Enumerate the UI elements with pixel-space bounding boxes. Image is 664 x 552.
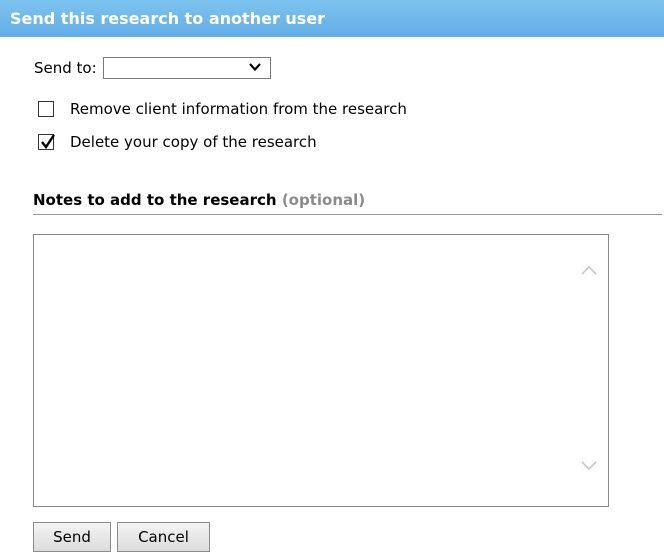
send-to-label: Send to: (34, 59, 97, 77)
delete-copy-checkbox[interactable] (38, 134, 55, 150)
remove-client-info-label: Remove client information from the resea… (70, 100, 407, 118)
notes-heading: Notes to add to the research (optional) (33, 191, 365, 209)
remove-client-info-option[interactable]: Remove client information from the resea… (38, 97, 407, 121)
delete-copy-option[interactable]: Delete your copy of the research (38, 130, 317, 154)
scroll-down-icon[interactable] (580, 458, 598, 477)
notes-heading-text: Notes to add to the research (33, 191, 277, 209)
send-to-select[interactable] (102, 57, 271, 79)
notes-textarea[interactable] (33, 234, 609, 507)
send-button[interactable]: Send (33, 522, 111, 552)
chevron-down-icon (248, 60, 262, 78)
delete-copy-label: Delete your copy of the research (70, 133, 317, 151)
cancel-button[interactable]: Cancel (117, 522, 210, 552)
dialog-title-bar: Send this research to another user (0, 0, 664, 37)
scroll-up-icon[interactable] (580, 262, 598, 281)
divider (33, 214, 662, 215)
notes-optional-label: (optional) (281, 191, 366, 209)
send-to-row: Send to: (34, 56, 271, 80)
remove-client-info-checkbox[interactable] (38, 101, 54, 117)
checkmark-icon (41, 134, 55, 150)
dialog-title: Send this research to another user (10, 9, 326, 28)
